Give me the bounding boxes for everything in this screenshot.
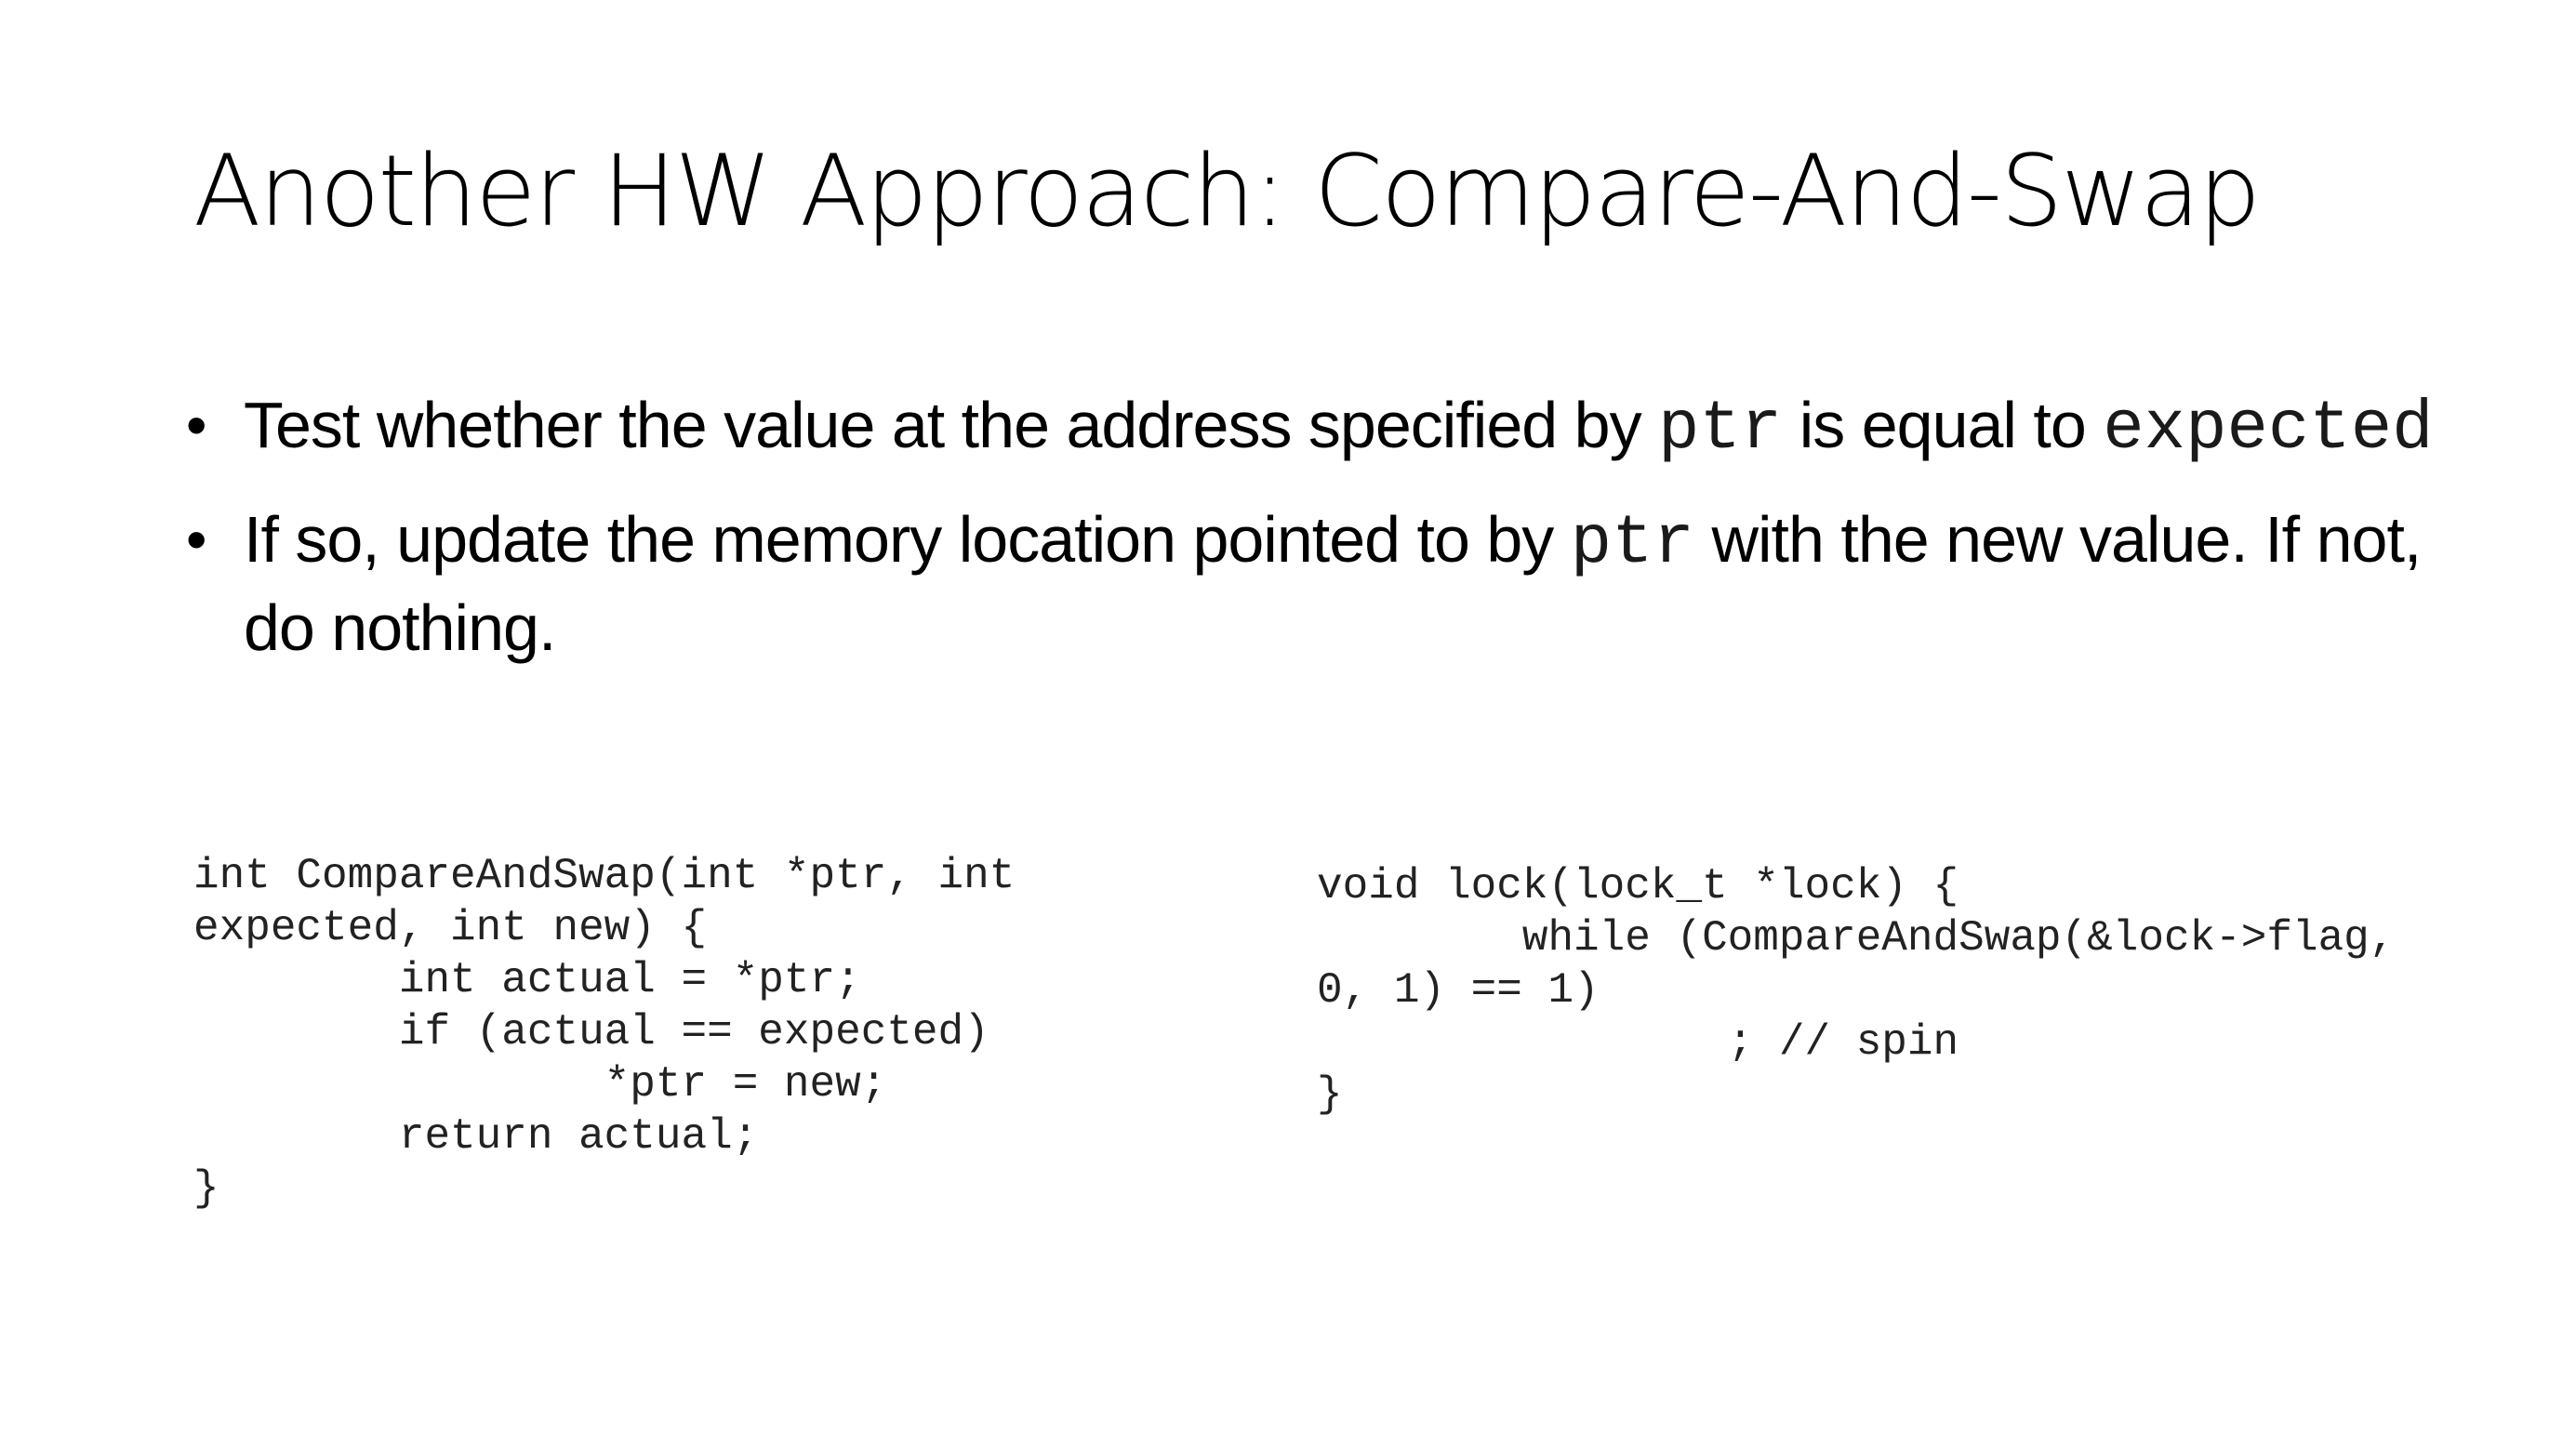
code-line: int CompareAndSwap(int *ptr, int	[193, 852, 1016, 900]
code-line: }	[1317, 1070, 1343, 1119]
bullet-item-test: • Test whether the value at the address …	[186, 383, 2437, 471]
code-line: return actual;	[193, 1112, 759, 1161]
bullet-item-update: • If so, update the memory location poin…	[186, 498, 2437, 670]
code-block-compare-and-swap: int CompareAndSwap(int *ptr, int expected…	[193, 850, 1015, 1215]
bullet-text: Test whether the value at the address sp…	[244, 389, 1659, 461]
code-line: void lock(lock_t *lock) {	[1317, 862, 1959, 910]
code-block-lock: void lock(lock_t *lock) { while (Compare…	[1317, 860, 2395, 1121]
code-line: 0, 1) == 1)	[1317, 966, 1600, 1015]
inline-code-ptr: ptr	[1570, 505, 1694, 583]
bullet-list: • Test whether the value at the address …	[186, 383, 2437, 696]
code-line: int actual = *ptr;	[193, 956, 861, 1004]
bullet-text: If so, update the memory location pointe…	[244, 503, 1571, 576]
bullet-marker: •	[186, 392, 206, 458]
code-line: *ptr = new;	[193, 1060, 887, 1108]
bullet-marker: •	[186, 506, 206, 573]
bullet-text: is equal to	[1782, 389, 2104, 461]
code-line: }	[193, 1164, 219, 1213]
code-line: expected, int new) {	[193, 904, 708, 952]
code-line: if (actual == expected)	[193, 1008, 989, 1056]
inline-code-ptr: ptr	[1658, 391, 1783, 469]
inline-code-expected: expected	[2103, 391, 2434, 469]
slide-title: Another HW Approach: Compare-And-Swap	[193, 134, 2261, 248]
code-line: while (CompareAndSwap(&lock->flag,	[1317, 914, 2396, 962]
code-line: ; // spin	[1317, 1018, 1959, 1067]
